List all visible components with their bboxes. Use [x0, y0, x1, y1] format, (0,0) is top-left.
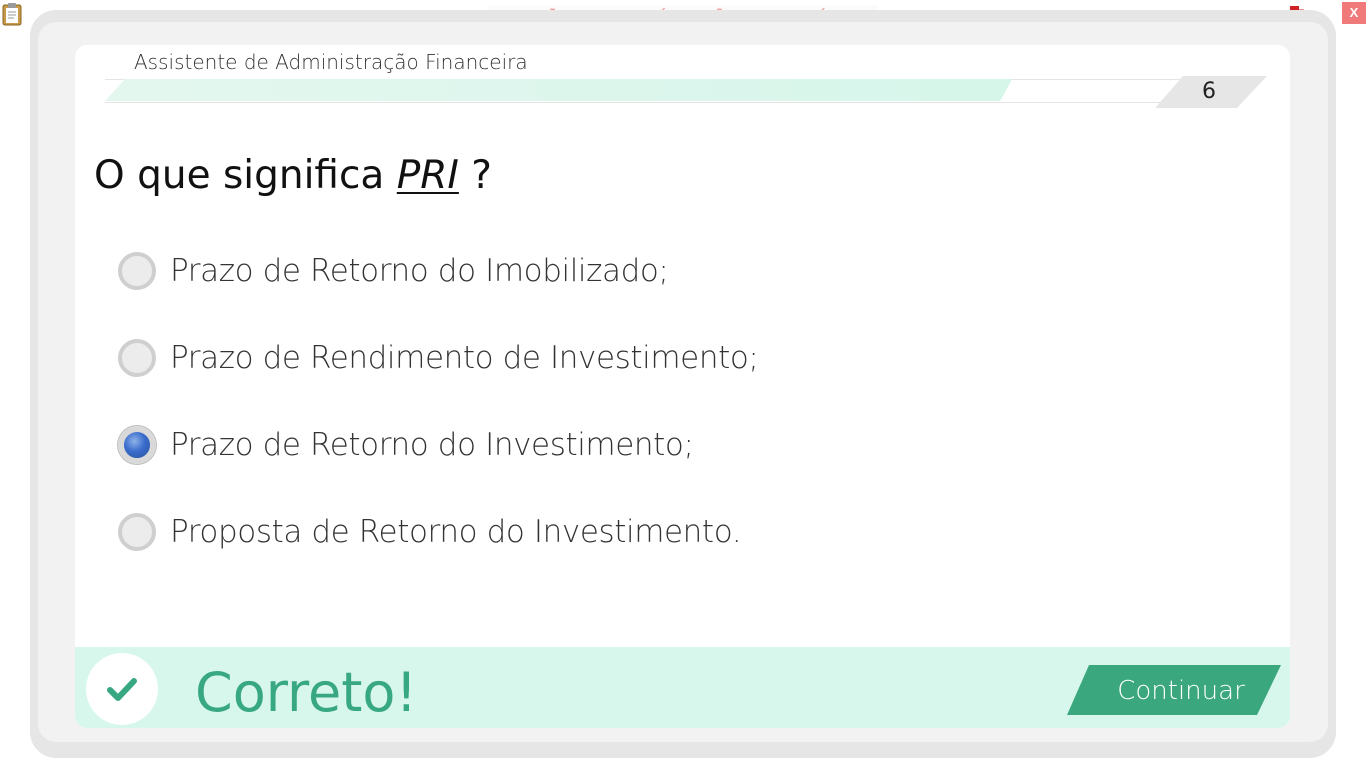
answer-option-2[interactable]: Prazo de Rendimento de Investimento;	[118, 335, 759, 381]
course-title: Assistente de Administração Financeira	[134, 50, 528, 74]
radio-button[interactable]	[118, 252, 156, 290]
radio-button[interactable]	[118, 339, 156, 377]
close-button[interactable]: X	[1342, 2, 1366, 24]
quiz-card: Assistente de Administração Financeira 6…	[75, 45, 1290, 728]
question-prefix: O que significa	[94, 153, 385, 198]
answer-label: Prazo de Retorno do Investimento;	[170, 427, 694, 463]
clipboard-icon[interactable]	[2, 2, 22, 26]
answer-label: Prazo de Rendimento de Investimento;	[170, 340, 759, 376]
feedback-bar: Correto! Continuar	[75, 647, 1290, 728]
question-text: O que significa PRI ?	[94, 153, 492, 198]
answer-option-1[interactable]: Prazo de Retorno do Imobilizado;	[118, 248, 669, 294]
success-badge	[86, 653, 158, 725]
answer-label: Proposta de Retorno do Investimento.	[170, 514, 742, 550]
checkmark-icon	[107, 678, 137, 701]
continue-button[interactable]: Continuar	[1067, 665, 1281, 715]
answer-option-4[interactable]: Proposta de Retorno do Investimento.	[118, 509, 742, 555]
answer-label: Prazo de Retorno do Imobilizado;	[170, 253, 669, 289]
question-suffix: ?	[471, 153, 492, 198]
radio-button[interactable]	[118, 513, 156, 551]
radio-button[interactable]	[118, 426, 156, 464]
page-number: 6	[1202, 79, 1216, 104]
progress-fill	[105, 79, 1012, 101]
answer-option-3[interactable]: Prazo de Retorno do Investimento;	[118, 422, 694, 468]
feedback-status: Correto!	[195, 661, 418, 724]
question-term: PRI	[396, 153, 459, 198]
